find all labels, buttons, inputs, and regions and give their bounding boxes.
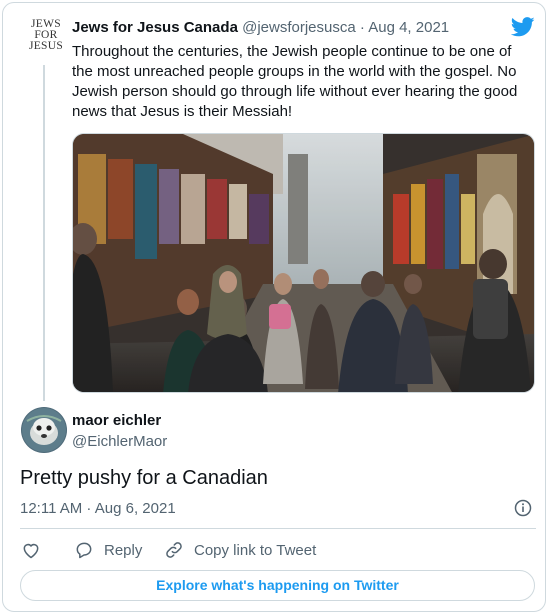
explore-twitter-button[interactable]: Explore what's happening on Twitter <box>20 570 535 601</box>
separator: · <box>355 19 369 36</box>
market-photo-illustration <box>73 134 534 392</box>
avatar-image <box>21 407 67 453</box>
avatar[interactable] <box>21 407 67 453</box>
reply-timestamp[interactable]: 12:11 AM · Aug 6, 2021 <box>20 500 176 517</box>
market-street-photo[interactable] <box>72 133 535 393</box>
quoted-author-name[interactable]: Jews for Jesus Canada <box>72 19 238 36</box>
quoted-tweet-text: Throughout the centuries, the Jewish peo… <box>72 43 518 120</box>
reply-tweet-text: Pretty pushy for a Canadian <box>20 467 268 489</box>
reply-icon <box>76 542 92 559</box>
logo-line: JESUS <box>28 40 64 52</box>
embedded-tweet-card: JEWS FOR JESUS Jews for Jesus Canada @je… <box>2 2 546 612</box>
thread-line <box>43 65 45 401</box>
quoted-tweet-header: Jews for Jesus Canada @jewsforjesusca · … <box>72 19 449 36</box>
heart-icon <box>23 543 39 559</box>
copy-link-label: Copy link to Tweet <box>194 541 317 559</box>
reply-author-name[interactable]: maor eichler <box>72 412 161 429</box>
reply-label: Reply <box>104 541 143 559</box>
quoted-tweet-date[interactable]: Aug 4, 2021 <box>368 19 449 36</box>
info-icon[interactable] <box>514 499 532 517</box>
link-icon <box>166 542 182 558</box>
quoted-author-handle[interactable]: @jewsforjesusca <box>242 19 356 36</box>
twitter-bird-icon[interactable] <box>511 17 535 37</box>
divider <box>20 528 536 529</box>
reply-author-handle[interactable]: @EichlerMaor <box>72 433 167 450</box>
copy-link-button[interactable]: Copy link to Tweet <box>164 540 316 560</box>
jews-for-jesus-logo[interactable]: JEWS FOR JESUS <box>27 18 65 52</box>
reply-button[interactable]: Reply <box>74 540 142 560</box>
like-button[interactable] <box>21 540 51 560</box>
